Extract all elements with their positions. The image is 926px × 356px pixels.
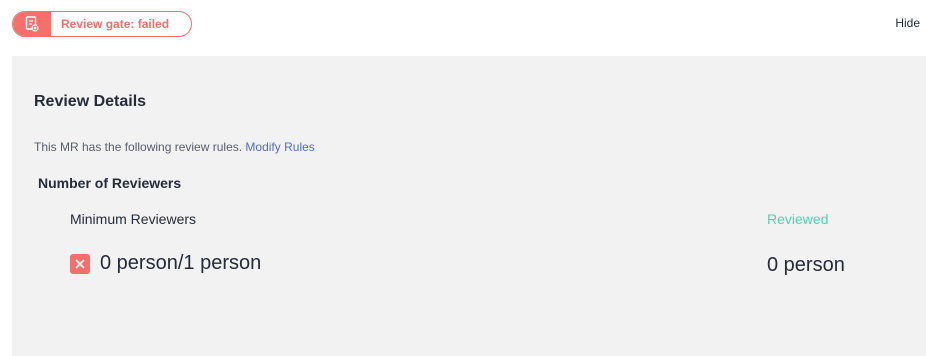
rules-description: This MR has the following review rules. … — [34, 140, 315, 154]
minimum-reviewers-label: Minimum Reviewers — [70, 211, 197, 227]
section-title: Number of Reviewers — [38, 175, 182, 191]
review-gate-status-badge[interactable]: Review gate: failed — [12, 11, 192, 37]
gate-status-label: Review gate: failed — [61, 17, 170, 31]
document-clipboard-icon — [13, 12, 51, 36]
review-details-panel: Review Details This MR has the following… — [12, 56, 926, 356]
minimum-reviewers-status: 0 person/1 person — [70, 252, 261, 275]
review-gate-view: Review gate: failed Hide Review Details … — [0, 0, 926, 356]
reviewed-label: Reviewed — [767, 211, 829, 227]
reviewed-value: 0 person — [767, 254, 845, 276]
hide-button[interactable]: Hide — [895, 16, 920, 30]
close-x-icon — [70, 253, 90, 274]
modify-rules-link[interactable]: Modify Rules — [245, 140, 314, 154]
minimum-reviewers-value: 0 person/1 person — [100, 252, 262, 274]
panel-title: Review Details — [34, 93, 147, 110]
rules-text: This MR has the following review rules. — [34, 140, 243, 154]
